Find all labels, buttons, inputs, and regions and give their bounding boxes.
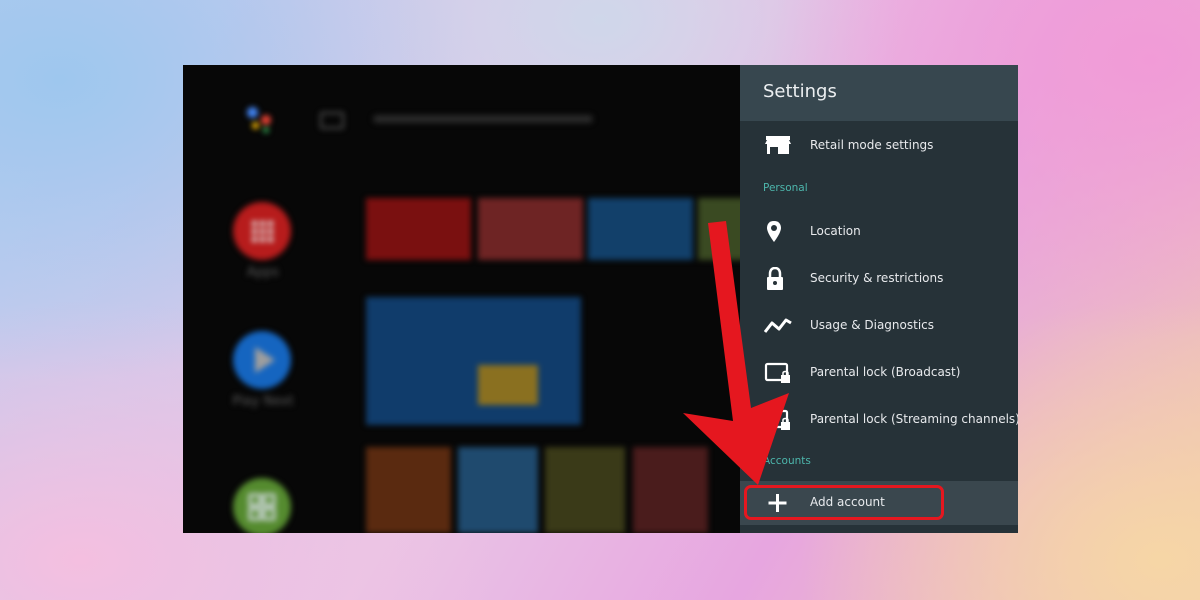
app-tile[interactable] xyxy=(478,198,583,260)
home-launcher-background: Apps Play Next xyxy=(183,65,758,533)
parental-lock-streaming-label: Parental lock (Streaming channels) xyxy=(810,412,1018,426)
annotation-arrow-icon xyxy=(683,221,789,485)
search-bar xyxy=(373,115,593,123)
widgets-button[interactable] xyxy=(233,478,291,533)
keyboard-icon xyxy=(320,112,344,129)
widgets-icon xyxy=(248,493,276,521)
google-assistant-icon xyxy=(247,107,279,135)
play-icon xyxy=(255,347,275,373)
apps-grid-icon xyxy=(252,221,273,242)
app-tile[interactable] xyxy=(366,198,471,260)
apps-label: Apps xyxy=(246,265,280,280)
apps-button[interactable] xyxy=(233,202,291,260)
usage-diagnostics-label: Usage & Diagnostics xyxy=(810,318,935,332)
retail-mode-settings-label: Retail mode settings xyxy=(810,138,934,152)
play-next-label: Play Next xyxy=(232,394,294,409)
settings-header: Settings xyxy=(740,65,1018,121)
video-thumbnail[interactable] xyxy=(478,365,538,405)
store-icon xyxy=(765,136,791,154)
parental-lock-broadcast-label: Parental lock (Broadcast) xyxy=(810,365,961,379)
personal-section-header: Personal xyxy=(763,182,808,194)
play-next-button[interactable] xyxy=(233,331,291,389)
video-thumbnail[interactable] xyxy=(458,447,538,533)
annotation-highlight-box xyxy=(744,485,944,520)
tv-screen: Apps Play Next Settings Retail mode sett… xyxy=(183,65,1018,533)
retail-mode-settings-item[interactable]: Retail mode settings xyxy=(740,124,1018,168)
security-restrictions-label: Security & restrictions xyxy=(810,271,944,285)
video-thumbnail[interactable] xyxy=(545,447,625,533)
location-label: Location xyxy=(810,224,861,238)
settings-title: Settings xyxy=(763,81,837,102)
featured-video-tile[interactable] xyxy=(366,297,581,425)
video-thumbnail[interactable] xyxy=(366,447,451,533)
